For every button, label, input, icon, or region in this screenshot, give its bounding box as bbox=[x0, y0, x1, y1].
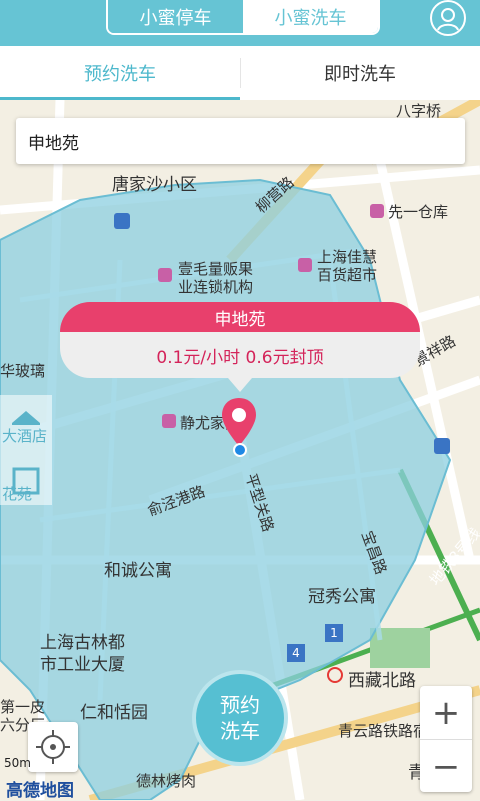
label-renhe: 仁和恬园 bbox=[80, 703, 148, 723]
popup-price: 0.1元/小时 0.6元封顶 bbox=[60, 332, 420, 378]
locate-button[interactable] bbox=[28, 722, 78, 772]
tab-divider bbox=[240, 58, 241, 88]
zoom-controls: + − bbox=[420, 686, 472, 792]
current-location-dot bbox=[233, 443, 247, 457]
exit-badge-4: 4 bbox=[287, 644, 305, 662]
book-wash-line-1: 预约 bbox=[220, 693, 260, 717]
label-xizang: 西藏北路 bbox=[348, 671, 416, 691]
label-baihuo: 百货超市 bbox=[317, 266, 378, 284]
parking-info-popup[interactable]: 申地苑 0.1元/小时 0.6元封顶 bbox=[60, 302, 420, 392]
book-wash-button[interactable]: 预约 洗车 bbox=[192, 670, 288, 766]
app-header: 小蜜停车 小蜜洗车 bbox=[0, 0, 480, 46]
shop-icon bbox=[370, 204, 384, 218]
label-yimao-2: 业连锁机构 bbox=[178, 278, 254, 296]
shop-icon bbox=[298, 258, 312, 272]
location-pin-icon[interactable] bbox=[220, 396, 258, 448]
tab-reserve-wash[interactable]: 预约洗车 bbox=[0, 46, 240, 100]
user-button[interactable] bbox=[430, 0, 466, 36]
label-gulin-2: 市工业大厦 bbox=[40, 655, 125, 675]
segment-parking[interactable]: 小蜜停车 bbox=[108, 0, 243, 33]
exit-badge-1: 1 bbox=[325, 624, 343, 642]
layer-toggle[interactable]: 大酒店 花苑 bbox=[0, 395, 52, 505]
search-input[interactable]: 申地苑 bbox=[16, 118, 465, 164]
zoom-out-button[interactable]: − bbox=[420, 740, 472, 793]
label-dajiudian: 大酒店 bbox=[2, 427, 48, 445]
metro-icon bbox=[327, 667, 343, 683]
book-wash-line-2: 洗车 bbox=[220, 719, 260, 743]
label-xianyi: 先一仓库 bbox=[388, 203, 449, 221]
popup-title: 申地苑 bbox=[60, 302, 420, 332]
label-hecheng: 和诚公寓 bbox=[104, 561, 172, 581]
bus-stop-icon bbox=[434, 438, 450, 454]
popup-arrow bbox=[228, 378, 252, 392]
shop-icon bbox=[162, 414, 176, 428]
map-brand-logo: 高德地图 bbox=[6, 781, 74, 801]
tab-instant-wash[interactable]: 即时洗车 bbox=[240, 46, 480, 100]
zoom-in-button[interactable]: + bbox=[420, 686, 472, 739]
label-bolijiang: 华玻璃 bbox=[0, 362, 46, 380]
label-huayuan: 花苑 bbox=[2, 485, 33, 503]
user-icon bbox=[437, 8, 459, 31]
map-scale: 50m bbox=[4, 756, 31, 770]
segment-carwash[interactable]: 小蜜洗车 bbox=[243, 0, 378, 33]
label-guanxiu: 冠秀公寓 bbox=[308, 587, 376, 607]
bus-stop-icon bbox=[114, 213, 130, 229]
shop-icon bbox=[158, 268, 172, 282]
crosshair-icon bbox=[36, 730, 70, 764]
mode-switch: 小蜜停车 小蜜洗车 bbox=[106, 0, 380, 35]
label-tangjia: 唐家沙小区 bbox=[112, 175, 197, 195]
label-delin: 德林烤肉 bbox=[136, 772, 197, 790]
